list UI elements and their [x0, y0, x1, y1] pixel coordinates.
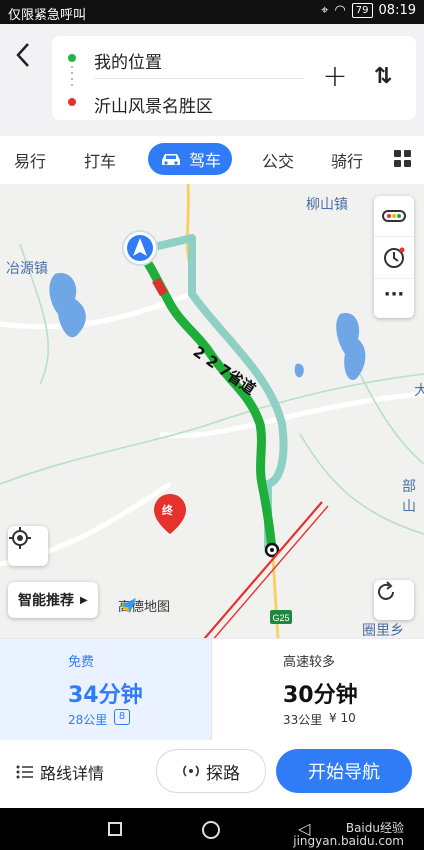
map-view[interactable]: G25 2 2 7省道 柳山镇 冶源镇 部山 圈里乡 大 终 ··· 智能推荐 … [0, 184, 424, 638]
divider [94, 78, 304, 79]
traffic-lights-icon[interactable] [382, 210, 406, 222]
smart-recommend-label: 智能推荐 [18, 593, 74, 609]
traffic-light-count: 8 [114, 709, 130, 725]
map-lake [336, 313, 366, 380]
route-time: 30分钟 [283, 683, 358, 708]
end-dot-icon [68, 98, 76, 106]
car-icon [161, 154, 180, 165]
system-nav-bar: ◁ Baidu经验 jingyan.baidu.com [0, 808, 424, 850]
tab-taxi[interactable]: 打车 [84, 148, 116, 172]
refresh-icon [378, 581, 394, 600]
tab-drive[interactable]: 驾车 [148, 143, 232, 175]
destination-field[interactable]: 沂山风景名胜区 [94, 92, 213, 117]
explore-road-label: 探路 [206, 763, 240, 784]
amap-logo: 高德地图 [118, 596, 170, 615]
road-name-label: 2 2 7省道 [190, 343, 259, 399]
more-modes-icon[interactable] [394, 150, 412, 168]
destination-pin-label: 终 [162, 504, 173, 517]
smart-recommend-button[interactable]: 智能推荐 ▶ [8, 582, 98, 618]
start-navigation-button[interactable]: 开始导航 [276, 749, 412, 793]
place-label: 柳山镇 [306, 197, 348, 213]
wifi-icon: ◠ [334, 3, 346, 18]
tab-easy[interactable]: 易行 [14, 148, 46, 172]
home-icon[interactable] [202, 821, 220, 839]
back-button[interactable] [10, 38, 38, 72]
route-connector [71, 66, 73, 90]
watermark-line2: jingyan.baidu.com [293, 834, 404, 848]
route-tag: 免费 [68, 655, 95, 670]
route-tag: 高速较多 [283, 655, 336, 670]
map-road-green [0, 373, 424, 485]
place-label: 冶源镇 [6, 261, 48, 277]
carrier-text: 仅限紧急呼叫 [8, 8, 87, 23]
refresh-button[interactable] [374, 580, 414, 620]
broadcast-icon [183, 765, 199, 777]
status-bar: 仅限紧急呼叫 ⌖ ◠ 79 08:19 [0, 0, 424, 24]
place-label: 大 [414, 383, 424, 399]
map-lake [294, 363, 304, 378]
route-options: 免费 34分钟 28公里 8 高速较多 30分钟 33公里 ¥ 10 [0, 638, 424, 741]
watermark: Baidu经验 jingyan.baidu.com [293, 822, 404, 848]
locate-me-button[interactable] [8, 526, 48, 566]
route-header: 我的位置 沂山风景名胜区 + ⇅ [0, 24, 424, 136]
place-label: 圈里乡 [362, 623, 404, 638]
place-label: 部山 [402, 479, 416, 515]
map-road [159, 391, 424, 439]
battery-icon: 79 [351, 3, 373, 18]
bottom-action-bar: 路线详情 探路 开始导航 [0, 740, 424, 808]
route-distance: 33公里 [283, 713, 323, 727]
chevron-left-icon [16, 43, 29, 67]
route-time: 34分钟 [68, 683, 143, 708]
map-road [0, 291, 191, 330]
start-dot-icon [68, 54, 76, 62]
amap-logo-icon [120, 598, 136, 613]
recents-icon[interactable] [108, 822, 122, 836]
route-distance: 28公里 [68, 713, 108, 727]
route-option-highway[interactable]: 高速较多 30分钟 33公里 ¥ 10 [212, 639, 424, 741]
tab-drive-label: 驾车 [188, 151, 221, 170]
list-icon [16, 765, 33, 779]
map-tools-panel: ··· [374, 196, 414, 318]
location-icon: ⌖ [321, 3, 329, 18]
history-icon[interactable] [382, 246, 406, 270]
swap-button[interactable]: ⇅ [368, 62, 398, 92]
tab-bus[interactable]: 公交 [262, 148, 294, 172]
explore-road-button[interactable]: 探路 [156, 749, 266, 793]
crosshair-icon [9, 527, 31, 549]
transport-mode-tabs: 易行 打车 驾车 公交 骑行 [0, 136, 424, 185]
route-details-label: 路线详情 [40, 764, 105, 783]
clock: 08:19 [378, 3, 416, 18]
route-details-button[interactable]: 路线详情 [16, 760, 104, 784]
tab-bike[interactable]: 骑行 [331, 148, 363, 172]
route-toll: ¥ 10 [329, 711, 356, 725]
route-option-free[interactable]: 免费 34分钟 28公里 8 [0, 639, 211, 741]
play-icon: ▶ [80, 594, 88, 606]
map-canvas: G25 2 2 7省道 [0, 184, 424, 638]
start-location-field[interactable]: 我的位置 [94, 48, 162, 73]
add-waypoint-button[interactable]: + [320, 62, 350, 92]
highway-label: G25 [272, 613, 289, 623]
route-input-card: 我的位置 沂山风景名胜区 + ⇅ [52, 36, 416, 120]
more-options-icon[interactable]: ··· [382, 286, 406, 308]
